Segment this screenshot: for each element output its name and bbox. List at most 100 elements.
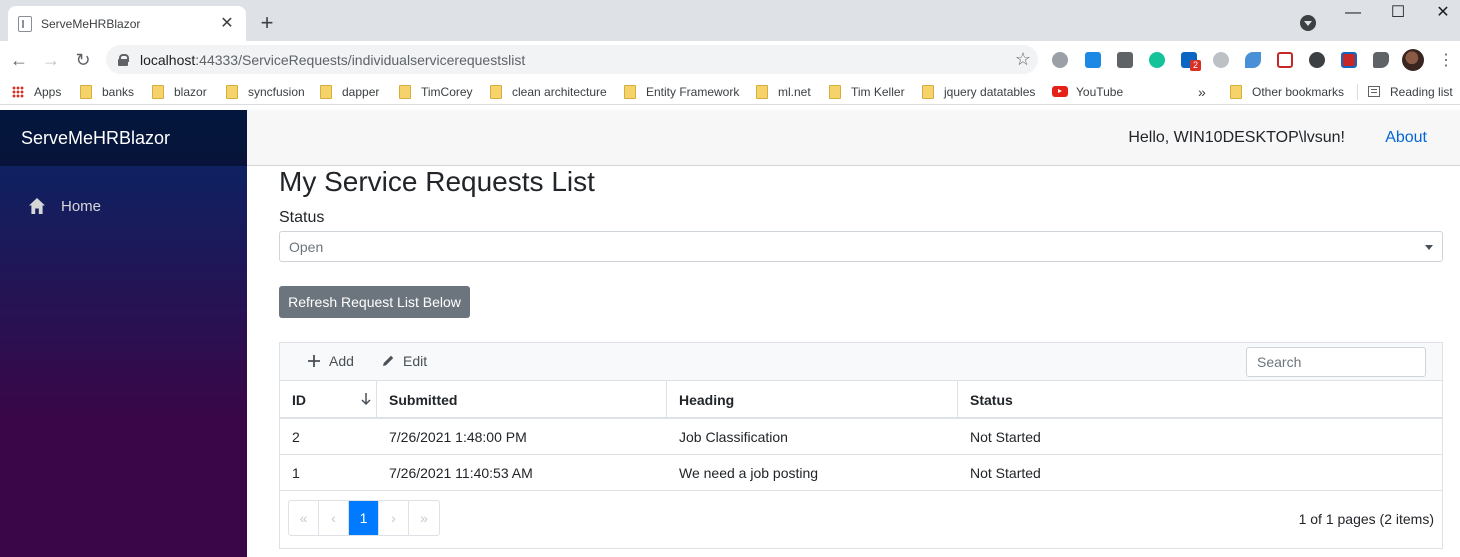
cell-id: 1 <box>292 465 300 481</box>
extension-icon[interactable] <box>1277 52 1293 68</box>
bookmark-folder[interactable]: dapper <box>320 83 379 100</box>
back-arrow-icon[interactable]: ← <box>8 49 30 71</box>
home-icon <box>29 198 45 214</box>
grammarly-extension-icon[interactable] <box>1149 52 1165 68</box>
refresh-request-list-button[interactable]: Refresh Request List Below <box>279 286 470 318</box>
status-label: Status <box>279 209 325 226</box>
extension-icon[interactable] <box>1341 52 1357 68</box>
bookmarks-bar: Apps banks blazor syncfusion dapper TimC… <box>0 78 1460 105</box>
bookmark-label: Other bookmarks <box>1252 84 1345 99</box>
bookmark-folder[interactable]: jquery datatables <box>922 83 1035 100</box>
app-brand[interactable]: ServeMeHRBlazor <box>0 110 247 166</box>
app-topbar: Hello, WIN10DESKTOP\lvsun! About <box>247 110 1460 166</box>
bookmark-label: TimCorey <box>421 84 473 99</box>
bookmark-label: ml.net <box>778 84 811 99</box>
extension-icon[interactable] <box>1309 52 1325 68</box>
service-requests-grid: Add Edit Search ID Submitted Heading Sta… <box>279 342 1443 549</box>
bookmark-label: syncfusion <box>248 84 305 99</box>
bookmark-label: YouTube <box>1076 84 1124 99</box>
browser-menu-icon[interactable]: ⋮ <box>1438 50 1454 70</box>
extensions-puzzle-icon[interactable] <box>1373 52 1389 68</box>
new-tab-button[interactable]: + <box>256 12 278 34</box>
sidebar-item-home[interactable]: Home <box>17 190 231 222</box>
bookmark-folder[interactable]: banks <box>80 83 134 100</box>
first-page-button[interactable]: « <box>289 501 319 535</box>
previous-page-button[interactable]: ‹ <box>319 501 349 535</box>
about-link[interactable]: About <box>1385 129 1427 147</box>
app-sidebar: ServeMeHRBlazor Home <box>0 110 247 557</box>
next-page-button[interactable]: › <box>379 501 409 535</box>
bookmark-folder[interactable]: clean architecture <box>490 83 607 100</box>
bookmark-folder[interactable]: blazor <box>152 83 207 100</box>
bookmark-star-icon[interactable]: ☆ <box>1008 49 1038 70</box>
bookmarks-divider <box>1357 84 1358 100</box>
bookmark-folder[interactable]: TimCorey <box>399 83 473 100</box>
cell-id: 2 <box>292 429 300 445</box>
folder-icon <box>624 84 636 99</box>
bookmark-label: Entity Framework <box>646 84 740 99</box>
column-header-label: ID <box>292 392 306 408</box>
url-path: :44333/ServiceRequests/individualservice… <box>195 51 526 68</box>
bookmark-folder[interactable]: syncfusion <box>226 83 305 100</box>
sort-descending-arrow-icon[interactable] <box>360 392 372 406</box>
pencil-icon <box>383 355 394 366</box>
add-label: Add <box>329 353 354 369</box>
folder-icon <box>490 84 502 99</box>
bookmark-label: Tim Keller <box>851 84 905 99</box>
bookmark-folder[interactable]: ml.net <box>756 83 811 100</box>
add-button[interactable]: Add <box>307 353 354 369</box>
column-header-id[interactable]: ID <box>280 381 377 417</box>
column-header-submitted[interactable]: Submitted <box>377 381 667 417</box>
reading-list-button[interactable]: Reading list <box>1368 83 1453 100</box>
page-title: My Service Requests List <box>279 166 595 197</box>
status-dropdown[interactable]: Open <box>279 231 1443 262</box>
reload-icon[interactable]: ↻ <box>72 49 94 71</box>
chevron-down-icon <box>1425 245 1433 250</box>
maximize-button[interactable]: ☐ <box>1383 4 1413 22</box>
cell-submitted: 7/26/2021 1:48:00 PM <box>389 429 527 445</box>
bookmark-label: jquery datatables <box>944 84 1036 99</box>
grid-search-input[interactable]: Search <box>1246 347 1426 377</box>
more-bookmarks-chevron-icon[interactable]: » <box>1198 83 1206 100</box>
column-header-heading[interactable]: Heading <box>667 381 958 417</box>
cell-submitted: 7/26/2021 11:40:53 AM <box>389 465 533 481</box>
extension-icon[interactable] <box>1213 52 1229 68</box>
table-row[interactable]: 2 7/26/2021 1:48:00 PM Job Classificatio… <box>280 419 1442 455</box>
folder-icon <box>226 84 238 99</box>
address-bar[interactable]: localhost:44333/ServiceRequests/individu… <box>106 45 1038 74</box>
bookmark-label: banks <box>102 84 135 99</box>
tab-title: ServeMeHRBlazor <box>41 16 141 31</box>
pager-summary: 1 of 1 pages (2 items) <box>1298 511 1434 527</box>
page-favicon-icon <box>18 15 32 32</box>
last-page-button[interactable]: » <box>409 501 439 535</box>
page-1-button[interactable]: 1 <box>349 501 379 535</box>
table-row[interactable]: 1 7/26/2021 11:40:53 AM We need a job po… <box>280 455 1442 491</box>
extension-icon[interactable] <box>1245 52 1261 68</box>
url-text: localhost:44333/ServiceRequests/individu… <box>140 52 1008 68</box>
bookmark-youtube[interactable]: YouTube <box>1052 83 1123 100</box>
browser-tab[interactable]: ServeMeHRBlazor ✕ <box>8 6 246 41</box>
bookmark-label: clean architecture <box>512 84 607 99</box>
tab-search-icon[interactable] <box>1300 15 1316 31</box>
close-window-button[interactable]: ✕ <box>1428 4 1458 22</box>
minimize-button[interactable]: — <box>1338 4 1368 22</box>
bookmark-apps[interactable]: Apps <box>12 83 61 100</box>
sidebar-item-label: Home <box>61 197 102 215</box>
forward-arrow-icon[interactable]: → <box>40 49 62 71</box>
extension-icon[interactable] <box>1052 52 1068 68</box>
bookmark-folder[interactable]: Tim Keller <box>829 83 905 100</box>
bookmark-label: dapper <box>342 84 380 99</box>
close-tab-icon[interactable]: ✕ <box>218 15 236 33</box>
profile-avatar[interactable] <box>1402 49 1424 71</box>
folder-icon <box>80 84 92 99</box>
grid-header-row: ID Submitted Heading Status <box>280 381 1442 419</box>
extension-icon[interactable] <box>1085 52 1101 68</box>
extension-icon[interactable] <box>1117 52 1133 68</box>
bookmark-folder[interactable]: Entity Framework <box>624 83 739 100</box>
edit-button[interactable]: Edit <box>381 353 427 369</box>
linkedin-extension-icon[interactable]: 2 <box>1181 52 1202 71</box>
folder-icon <box>152 84 164 99</box>
lock-icon[interactable] <box>118 53 129 66</box>
column-header-status[interactable]: Status <box>958 381 1442 417</box>
other-bookmarks-folder[interactable]: Other bookmarks <box>1230 83 1344 100</box>
